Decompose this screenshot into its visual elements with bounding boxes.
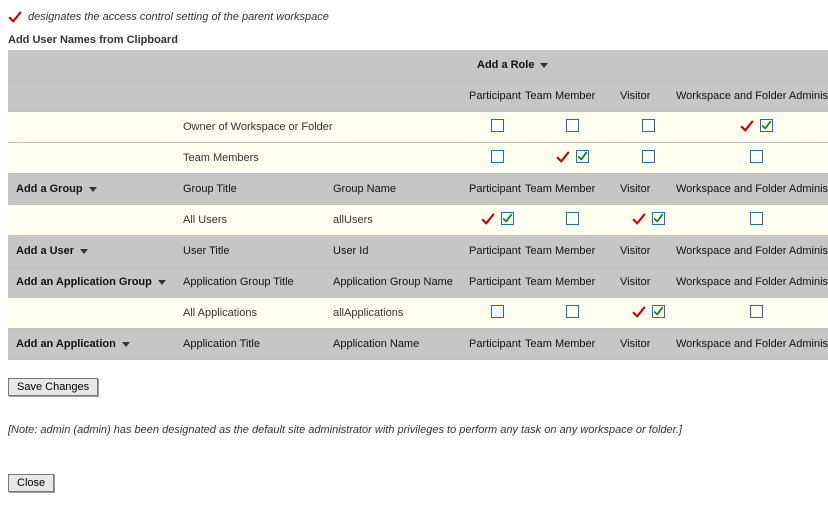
- chevron-down-icon: [158, 280, 166, 285]
- chevron-down-icon: [89, 187, 97, 192]
- row-all-apps: All Applications allApplications: [8, 298, 828, 329]
- footnote: [Note: admin (admin) has been designated…: [8, 424, 820, 436]
- add-group-label: Add a Group: [16, 183, 83, 195]
- add-role-label: Add a Role: [477, 59, 534, 71]
- all-users-title: All Users: [183, 205, 333, 236]
- col-wfa: Workspace and Folder Administrator: [676, 81, 828, 112]
- role-checkbox[interactable]: [750, 150, 763, 163]
- row-team-members: Team Members: [8, 143, 828, 174]
- add-appgroup-label: Add an Application Group: [16, 276, 152, 288]
- row-group-header: Add a Group Group Title Group Name Parti…: [8, 174, 828, 205]
- role-checkbox[interactable]: [750, 305, 763, 318]
- role-checkbox[interactable]: [750, 212, 763, 225]
- team-members-title: Team Members: [183, 143, 469, 174]
- add-appgroup-dropdown[interactable]: Add an Application Group: [8, 276, 166, 288]
- inherited-check-icon: [556, 150, 570, 164]
- close-button[interactable]: Close: [8, 474, 54, 492]
- inherited-check-icon: [632, 305, 646, 319]
- all-apps-title: All Applications: [183, 298, 333, 329]
- role-checkbox[interactable]: [652, 212, 665, 225]
- col-team-member: Team Member: [525, 81, 620, 112]
- role-checkbox[interactable]: [760, 119, 773, 132]
- save-button[interactable]: Save Changes: [8, 378, 98, 396]
- role-checkbox[interactable]: [566, 305, 579, 318]
- inherited-check-icon: [740, 119, 754, 133]
- add-group-dropdown[interactable]: Add a Group: [8, 183, 97, 195]
- access-table: Add a Role Participant Team Member Visit…: [8, 50, 828, 360]
- role-checkbox[interactable]: [491, 150, 504, 163]
- add-user-dropdown[interactable]: Add a User: [8, 245, 88, 257]
- row-owner: Owner of Workspace or Folder: [8, 112, 828, 143]
- row-all-users: All Users allUsers: [8, 205, 828, 236]
- role-checkbox[interactable]: [642, 119, 655, 132]
- inherited-check-icon: [481, 212, 495, 226]
- row-appgroup-header: Add an Application Group Application Gro…: [8, 267, 828, 298]
- role-checkbox[interactable]: [576, 150, 589, 163]
- add-app-dropdown[interactable]: Add an Application: [8, 338, 130, 350]
- col-visitor: Visitor: [620, 81, 676, 112]
- all-users-name: allUsers: [333, 205, 469, 236]
- row-user-header: Add a User User Title User Id Participan…: [8, 236, 828, 267]
- legend: designates the access control setting of…: [8, 10, 820, 24]
- add-app-label: Add an Application: [16, 338, 116, 350]
- role-checkbox[interactable]: [652, 305, 665, 318]
- role-checkbox[interactable]: [491, 305, 504, 318]
- all-apps-name: allApplications: [333, 298, 469, 329]
- inherited-check-icon: [8, 10, 22, 24]
- inherited-check-icon: [632, 212, 646, 226]
- add-role-dropdown[interactable]: Add a Role: [469, 59, 548, 71]
- role-checkbox[interactable]: [642, 150, 655, 163]
- chevron-down-icon: [122, 342, 130, 347]
- role-checkbox[interactable]: [501, 212, 514, 225]
- row-app-header: Add an Application Application Title App…: [8, 329, 828, 360]
- role-checkbox[interactable]: [566, 212, 579, 225]
- col-participant: Participant: [469, 81, 525, 112]
- legend-text: designates the access control setting of…: [28, 11, 329, 23]
- chevron-down-icon: [80, 249, 88, 254]
- add-user-label: Add a User: [16, 245, 74, 257]
- clipboard-section-label: Add User Names from Clipboard: [8, 34, 820, 46]
- role-checkbox[interactable]: [491, 119, 504, 132]
- group-name-col: Group Name: [333, 174, 469, 205]
- role-checkbox[interactable]: [566, 119, 579, 132]
- owner-title: Owner of Workspace or Folder: [183, 112, 469, 143]
- group-title-col: Group Title: [183, 174, 333, 205]
- chevron-down-icon: [540, 63, 548, 68]
